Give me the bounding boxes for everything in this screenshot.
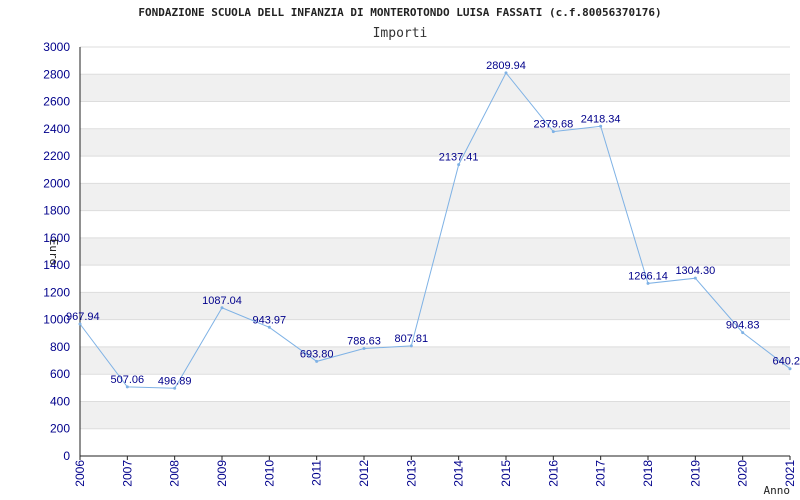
y-tick-label: 3000 bbox=[43, 40, 70, 54]
grid-band bbox=[80, 183, 790, 211]
data-label: 967.94 bbox=[66, 311, 100, 323]
x-tick-label: 2010 bbox=[262, 460, 276, 487]
data-label: 943.97 bbox=[253, 314, 287, 326]
data-label: 693.80 bbox=[300, 348, 334, 360]
data-label: 807.81 bbox=[395, 333, 429, 345]
y-tick-label: 2000 bbox=[43, 176, 70, 190]
x-tick-label: 2007 bbox=[120, 460, 134, 487]
x-tick-label: 2013 bbox=[404, 460, 418, 487]
y-tick-label: 1800 bbox=[43, 204, 70, 218]
data-label: 507.06 bbox=[111, 374, 145, 386]
x-tick-label: 2014 bbox=[452, 460, 466, 487]
x-tick-label: 2021 bbox=[783, 460, 797, 487]
data-label: 788.63 bbox=[347, 335, 381, 347]
data-label: 1266.14 bbox=[628, 270, 668, 282]
x-tick-label: 2011 bbox=[310, 460, 324, 486]
data-label: 904.83 bbox=[726, 320, 760, 332]
grid-band bbox=[80, 237, 790, 266]
data-label: 640.2 bbox=[772, 356, 800, 368]
x-tick-label: 2019 bbox=[688, 460, 702, 487]
grid-band bbox=[80, 346, 790, 375]
x-tick-label: 2015 bbox=[499, 460, 513, 487]
data-label: 496.89 bbox=[158, 375, 192, 387]
x-tick-label: 2009 bbox=[215, 460, 229, 487]
y-tick-label: 800 bbox=[50, 340, 70, 354]
line-chart: 0200400600800100012001400160018002000220… bbox=[0, 0, 800, 500]
grid-band bbox=[80, 128, 790, 157]
x-tick-label: 2020 bbox=[736, 460, 750, 487]
x-tick-label: 2016 bbox=[546, 460, 560, 487]
data-label: 2379.68 bbox=[533, 119, 573, 131]
data-label: 2809.94 bbox=[486, 60, 526, 72]
y-tick-label: 400 bbox=[50, 394, 70, 408]
y-tick-label: 600 bbox=[50, 367, 70, 381]
chart-title: FONDAZIONE SCUOLA DELL INFANZIA DI MONTE… bbox=[138, 6, 661, 19]
x-tick-label: 2006 bbox=[73, 460, 87, 487]
grid-band bbox=[80, 292, 790, 320]
data-label: 2137.41 bbox=[439, 152, 479, 164]
y-tick-label: 200 bbox=[50, 422, 70, 436]
y-axis-label: Euro bbox=[47, 239, 60, 266]
x-tick-label: 2012 bbox=[357, 460, 371, 487]
y-tick-label: 1200 bbox=[43, 285, 70, 299]
y-tick-label: 0 bbox=[63, 449, 70, 463]
x-tick-label: 2018 bbox=[641, 460, 655, 487]
data-label: 1087.04 bbox=[202, 295, 242, 307]
y-tick-label: 2400 bbox=[43, 122, 70, 136]
chart-subtitle: Importi bbox=[373, 26, 428, 41]
y-tick-label: 2200 bbox=[43, 149, 70, 163]
data-label: 2418.34 bbox=[581, 113, 621, 125]
x-tick-label: 2008 bbox=[168, 460, 182, 487]
x-tick-label: 2017 bbox=[594, 460, 608, 487]
grid-band bbox=[80, 74, 790, 102]
y-tick-label: 2600 bbox=[43, 95, 70, 109]
x-axis-label: Anno bbox=[764, 484, 791, 497]
grid-band bbox=[80, 401, 790, 429]
y-tick-label: 2800 bbox=[43, 67, 70, 81]
data-label: 1304.30 bbox=[675, 265, 715, 277]
